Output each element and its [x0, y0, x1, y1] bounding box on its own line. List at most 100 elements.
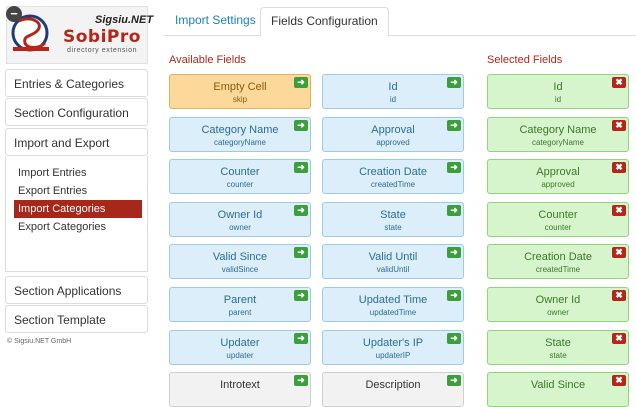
field-key: skip: [232, 95, 248, 104]
selected-field-createdTime[interactable]: Creation Date createdTime ✖: [487, 244, 629, 279]
remove-field-icon[interactable]: ✖: [612, 120, 626, 131]
add-field-icon[interactable]: ➜: [294, 375, 308, 386]
sidebar-item-label: Entries & Categories: [14, 77, 125, 91]
field-key: categoryName: [531, 138, 585, 147]
field-key: validSince: [221, 265, 259, 274]
available-field-introtext[interactable]: Introtext ➜: [169, 372, 311, 407]
add-field-icon[interactable]: ➜: [294, 162, 308, 173]
field-name: Category Name: [519, 124, 597, 136]
available-field-updater[interactable]: Updater updater ➜: [169, 330, 311, 365]
remove-field-icon[interactable]: ✖: [612, 162, 626, 173]
field-key: categoryName: [213, 138, 267, 147]
selected-field-counter[interactable]: Counter counter ✖: [487, 202, 629, 237]
field-name: Parent: [223, 294, 257, 306]
add-field-icon[interactable]: ➜: [447, 333, 461, 344]
add-field-icon[interactable]: ➜: [447, 290, 461, 301]
sidebar-item-entries-categories[interactable]: Entries & Categories: [5, 69, 148, 97]
field-key: id: [389, 95, 397, 104]
field-name: Updater's IP: [362, 337, 424, 349]
add-field-icon[interactable]: ➜: [294, 77, 308, 88]
field-key: parent: [228, 308, 252, 317]
sidebar-item-label: Section Applications: [14, 284, 122, 298]
selected-field-valid-since[interactable]: Valid Since ✖: [487, 372, 629, 407]
field-name: Owner Id: [535, 294, 581, 306]
field-name: State: [545, 337, 571, 349]
sidebar-item-section-applications[interactable]: Section Applications: [5, 276, 148, 304]
add-field-icon[interactable]: ➜: [447, 162, 461, 173]
add-field-icon[interactable]: ➜: [294, 247, 308, 258]
available-field-id[interactable]: Id id ➜: [322, 74, 464, 109]
remove-field-icon[interactable]: ✖: [612, 375, 626, 386]
tab-import-settings[interactable]: Import Settings: [165, 7, 266, 36]
field-name: Valid Since: [530, 379, 586, 391]
available-field-validSince[interactable]: Valid Since validSince ➜: [169, 244, 311, 279]
copyright-text: © Sigsiu.NET GmbH: [7, 338, 72, 345]
field-key: updater: [226, 351, 254, 360]
field-name: Counter: [538, 209, 578, 221]
available-field-counter[interactable]: Counter counter ➜: [169, 159, 311, 194]
available-field-parent[interactable]: Parent parent ➜: [169, 287, 311, 322]
add-field-icon[interactable]: ➜: [447, 205, 461, 216]
available-field-createdTime[interactable]: Creation Date createdTime ➜: [322, 159, 464, 194]
field-name: Owner Id: [217, 209, 263, 221]
field-key: id: [554, 95, 562, 104]
submenu-export-categories[interactable]: Export Categories: [14, 218, 142, 236]
field-name: State: [380, 209, 406, 221]
selected-field-owner[interactable]: Owner Id owner ✖: [487, 287, 629, 322]
logo-brand: Sigsiu.NET: [95, 14, 154, 26]
collapse-toggle[interactable]: −: [6, 6, 22, 22]
remove-field-icon[interactable]: ✖: [612, 290, 626, 301]
field-name: Empty Cell: [213, 81, 267, 93]
add-field-icon[interactable]: ➜: [294, 120, 308, 131]
submenu-import-entries[interactable]: Import Entries: [14, 164, 142, 182]
field-key: counter: [544, 223, 572, 232]
remove-field-icon[interactable]: ✖: [612, 333, 626, 344]
field-key: approved: [376, 138, 410, 147]
field-name: Category Name: [201, 124, 279, 136]
logo-tagline: directory extension: [67, 47, 138, 54]
field-key: state: [384, 223, 402, 232]
sidebar-item-label: Section Configuration: [14, 106, 129, 120]
field-key: updaterIP: [375, 351, 411, 360]
tab-fields-configuration[interactable]: Fields Configuration: [260, 7, 389, 37]
selected-fields-title: Selected Fields: [487, 54, 563, 66]
field-name: Updated Time: [358, 294, 428, 306]
available-field-owner[interactable]: Owner Id owner ➜: [169, 202, 311, 237]
sidebar-item-import-export[interactable]: Import and Export: [5, 128, 148, 156]
field-name: Updater: [220, 337, 260, 349]
field-name: Valid Until: [368, 251, 418, 263]
available-field-skip[interactable]: Empty Cell skip ➜: [169, 74, 311, 109]
add-field-icon[interactable]: ➜: [447, 120, 461, 131]
field-key: approved: [541, 180, 575, 189]
add-field-icon[interactable]: ➜: [447, 375, 461, 386]
available-field-validUntil[interactable]: Valid Until validUntil ➜: [322, 244, 464, 279]
remove-field-icon[interactable]: ✖: [612, 247, 626, 258]
sidebar-item-section-configuration[interactable]: Section Configuration: [5, 98, 148, 126]
add-field-icon[interactable]: ➜: [294, 205, 308, 216]
field-key: counter: [226, 180, 254, 189]
add-field-icon[interactable]: ➜: [447, 77, 461, 88]
add-field-icon[interactable]: ➜: [294, 333, 308, 344]
field-name: Description: [365, 379, 421, 391]
submenu-export-entries[interactable]: Export Entries: [14, 182, 142, 200]
sidebar-item-section-template[interactable]: Section Template: [5, 305, 148, 333]
field-name: Introtext: [220, 379, 260, 391]
available-field-state[interactable]: State state ➜: [322, 202, 464, 237]
available-field-updatedTime[interactable]: Updated Time updatedTime ➜: [322, 287, 464, 322]
field-name: Creation Date: [524, 251, 592, 263]
available-field-categoryName[interactable]: Category Name categoryName ➜: [169, 117, 311, 152]
selected-field-state[interactable]: State state ✖: [487, 330, 629, 365]
add-field-icon[interactable]: ➜: [447, 247, 461, 258]
available-field-description[interactable]: Description ➜: [322, 372, 464, 407]
available-fields-title: Available Fields: [169, 54, 246, 66]
selected-field-id[interactable]: Id id ✖: [487, 74, 629, 109]
add-field-icon[interactable]: ➜: [294, 290, 308, 301]
remove-field-icon[interactable]: ✖: [612, 77, 626, 88]
selected-field-approved[interactable]: Approval approved ✖: [487, 159, 629, 194]
submenu-import-categories[interactable]: Import Categories: [14, 200, 142, 218]
selected-field-categoryName[interactable]: Category Name categoryName ✖: [487, 117, 629, 152]
available-field-approved[interactable]: Approval approved ➜: [322, 117, 464, 152]
remove-field-icon[interactable]: ✖: [612, 205, 626, 216]
field-name: Valid Since: [212, 251, 268, 263]
available-field-updaterIP[interactable]: Updater's IP updaterIP ➜: [322, 330, 464, 365]
